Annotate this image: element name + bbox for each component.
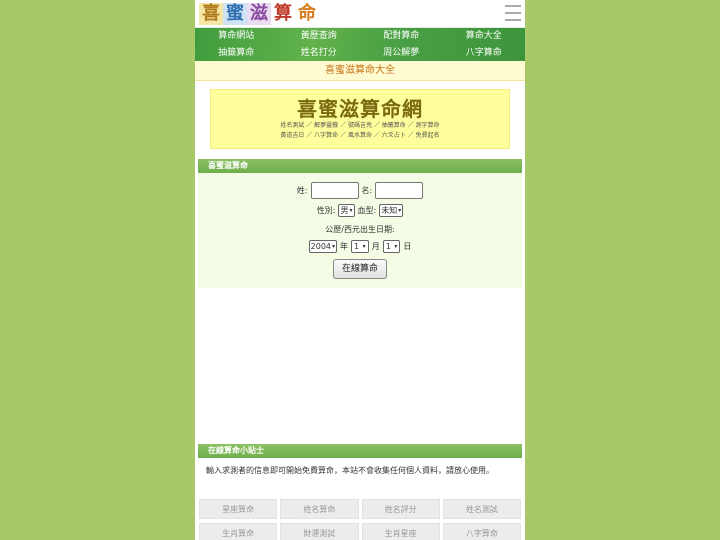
logo-char: 喜 — [199, 3, 223, 25]
submit-fortune-button[interactable]: 在線算命 — [332, 259, 387, 279]
logo-char: 蜜 — [223, 3, 247, 25]
page: 喜 蜜 滋 算 命 算命網站 黃歷查詢 配對算命 算命大全 抽籤算命 姓名打分 … — [195, 0, 525, 540]
logo-char: 算 — [271, 3, 295, 25]
banner-title: 喜蜜滋算命網 — [297, 97, 423, 121]
tips-text: 輸入求測者的信息即可開始免費算命，本站不會收集任何個人資料，請放心使用。 — [206, 466, 494, 475]
birth-year-select[interactable]: 2004 ▾ — [308, 240, 338, 253]
nav-item[interactable]: 算命網站 — [195, 28, 278, 45]
fortune-form: 姓: 名: 性別: 男 ▾ 血型: 未知 ▾ 公歷/西元出生日期: 2004 ▾ 年 … — [198, 173, 522, 288]
surname-input[interactable] — [310, 182, 359, 199]
chevron-down-icon: ▾ — [332, 243, 336, 250]
month-unit: 月 — [371, 242, 380, 251]
nav-item[interactable]: 算命大全 — [443, 28, 526, 45]
footer-link[interactable]: 財運測試 — [280, 523, 359, 540]
nav-item[interactable]: 周公解夢 — [360, 45, 443, 62]
footer-link[interactable]: 姓名測試 — [442, 499, 521, 519]
chevron-down-icon: ▾ — [394, 243, 398, 250]
nav-item[interactable]: 抽籤算命 — [195, 45, 278, 62]
blood-type-label: 血型: — [357, 206, 377, 215]
logo-char: 滋 — [247, 3, 271, 25]
nav-item[interactable]: 配對算命 — [360, 28, 443, 45]
footer-link[interactable]: 星座算命 — [199, 499, 278, 519]
nav-item[interactable]: 姓名打分 — [278, 45, 361, 62]
banner-links-line[interactable]: 黃道吉日 ／ 八字算命 ／ 風水算命 ／ 六爻占卜 ／ 免費起名 — [211, 131, 509, 141]
nav-item[interactable]: 八字算命 — [443, 45, 526, 62]
site-logo[interactable]: 喜 蜜 滋 算 命 — [199, 3, 319, 25]
footer-links-grid: 星座算命 姓名算命 姓名評分 姓名測試 生肖算命 財運測試 生肖星座 八字算命 — [199, 499, 521, 540]
footer-link[interactable]: 姓名算命 — [280, 499, 359, 519]
form-section-heading: 喜蜜滋算命 — [198, 159, 522, 173]
year-unit: 年 — [340, 242, 349, 251]
chevron-down-icon: ▾ — [362, 243, 366, 250]
hamburger-menu-icon[interactable] — [505, 5, 521, 21]
logo-char: 命 — [295, 3, 319, 25]
gender-select[interactable]: 男 ▾ — [338, 204, 355, 217]
footer-link[interactable]: 生肖星座 — [361, 523, 440, 540]
day-unit: 日 — [403, 242, 412, 251]
given-name-label: 名: — [361, 186, 373, 195]
footer-link[interactable]: 生肖算命 — [199, 523, 278, 540]
top-bar: 喜 蜜 滋 算 命 — [195, 0, 525, 28]
birth-day-select[interactable]: 1 ▾ — [382, 240, 401, 253]
surname-label: 姓: — [296, 186, 308, 195]
footer-link[interactable]: 八字算命 — [442, 523, 521, 540]
birth-date-label: 公歷/西元出生日期: — [325, 225, 395, 234]
site-banner: 喜蜜滋算命網 姓名測試 ／ 解夢靈籤 ／ 號碼吉兇 ／ 抽籤算命 ／ 測字算命 … — [210, 89, 510, 149]
main-nav: 算命網站 黃歷查詢 配對算命 算命大全 抽籤算命 姓名打分 周公解夢 八字算命 — [195, 28, 525, 61]
nav-item[interactable]: 黃歷查詢 — [278, 28, 361, 45]
blood-type-select[interactable]: 未知 ▾ — [379, 204, 404, 217]
chevron-down-icon: ▾ — [349, 207, 353, 214]
page-subtitle: 喜蜜滋算命大全 — [195, 61, 525, 81]
gender-label: 性別: — [316, 206, 336, 215]
footer-link[interactable]: 姓名評分 — [361, 499, 440, 519]
chevron-down-icon: ▾ — [398, 207, 402, 214]
banner-links-line[interactable]: 姓名測試 ／ 解夢靈籤 ／ 號碼吉兇 ／ 抽籤算命 ／ 測字算命 — [211, 121, 509, 131]
given-name-input[interactable] — [375, 182, 424, 199]
birth-month-select[interactable]: 1 ▾ — [351, 240, 369, 253]
tips-section-heading: 在線算命小貼士 — [198, 444, 522, 458]
